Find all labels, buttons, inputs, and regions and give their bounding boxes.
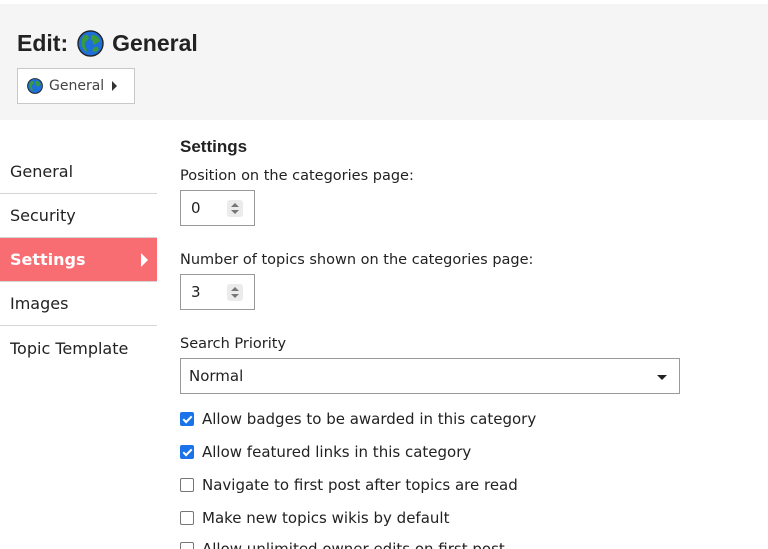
nav-item-label: Security (10, 206, 76, 225)
spinner-icon[interactable] (227, 200, 243, 217)
search-priority-select[interactable]: Normal (180, 358, 680, 394)
search-priority-value: Normal (189, 367, 244, 385)
nav-item-images[interactable]: Images (0, 282, 157, 326)
checkbox-checked-icon[interactable] (180, 412, 194, 426)
nav-item-label: Topic Template (10, 338, 129, 358)
unlimited-owner-edits-checkbox[interactable]: Allow unlimited owner edits on first pos… (180, 540, 505, 549)
checkbox-checked-icon[interactable] (180, 445, 194, 459)
nav-item-settings[interactable]: Settings (0, 238, 157, 282)
navigate-first-post-checkbox[interactable]: Navigate to first post after topics are … (180, 476, 518, 494)
page-title: Edit: General (17, 28, 198, 58)
checkbox-unchecked-icon[interactable] (180, 478, 194, 492)
num-topics-input[interactable]: 3 (180, 274, 255, 310)
breadcrumb-label: General (49, 78, 105, 94)
num-topics-value: 3 (191, 283, 201, 301)
section-title: Settings (180, 137, 248, 156)
category-name: General (112, 29, 198, 56)
dropdown-arrow-icon (657, 375, 667, 380)
settings-nav: General Security Settings Images Topic T… (0, 150, 157, 370)
allow-badges-checkbox[interactable]: Allow badges to be awarded in this categ… (180, 410, 536, 428)
position-input[interactable]: 0 (180, 190, 255, 226)
globe-icon (77, 29, 104, 57)
category-breadcrumb[interactable]: General (17, 68, 135, 104)
checkbox-label: Allow unlimited owner edits on first pos… (202, 540, 505, 549)
num-topics-label: Number of topics shown on the categories… (180, 252, 534, 268)
position-value: 0 (191, 199, 201, 217)
caret-right-icon (112, 81, 118, 91)
search-priority-label: Search Priority (180, 336, 287, 352)
nav-item-label: Settings (10, 250, 86, 269)
wiki-default-checkbox[interactable]: Make new topics wikis by default (180, 509, 449, 527)
checkbox-label: Allow badges to be awarded in this categ… (202, 410, 537, 428)
spinner-icon[interactable] (227, 284, 243, 301)
nav-item-security[interactable]: Security (0, 194, 157, 238)
edit-prefix: Edit: (17, 29, 69, 56)
position-label: Position on the categories page: (180, 168, 414, 184)
nav-item-label: Images (10, 294, 69, 313)
checkbox-label: Navigate to first post after topics are … (202, 476, 518, 494)
checkbox-label: Allow featured links in this category (202, 443, 472, 461)
globe-icon (27, 78, 43, 94)
nav-item-label: General (10, 162, 74, 181)
nav-item-topic-template[interactable]: Topic Template (0, 326, 157, 370)
checkbox-label: Make new topics wikis by default (202, 509, 450, 527)
category-header: Edit: General General (0, 4, 768, 120)
checkbox-unchecked-icon[interactable] (180, 511, 194, 525)
checkbox-unchecked-icon[interactable] (180, 542, 194, 549)
nav-item-general[interactable]: General (0, 150, 157, 194)
arrow-right-icon (141, 253, 148, 267)
allow-featured-links-checkbox[interactable]: Allow featured links in this category (180, 443, 471, 461)
